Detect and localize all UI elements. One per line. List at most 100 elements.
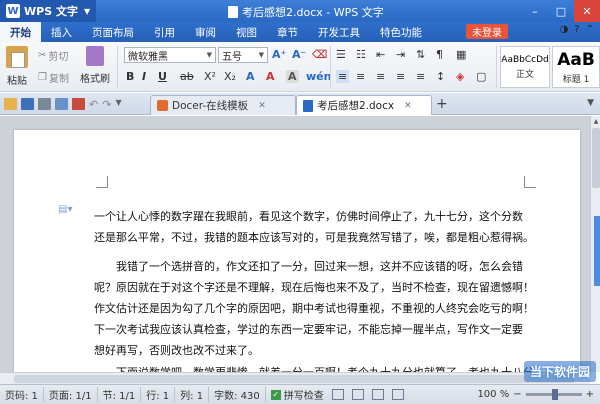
- justify-icon[interactable]: ≡: [396, 70, 405, 83]
- grow-font-icon[interactable]: A⁺: [272, 48, 286, 61]
- copy-button[interactable]: ❐ 复制: [38, 70, 69, 85]
- zoom-slider[interactable]: [525, 389, 582, 400]
- undo-icon[interactable]: ↶: [89, 98, 98, 111]
- close-icon[interactable]: ✕: [258, 101, 266, 111]
- tab-document[interactable]: 考后感想2.docx ✕: [296, 95, 432, 115]
- tab-review[interactable]: 审阅: [185, 22, 226, 42]
- close-button[interactable]: ✕: [574, 0, 600, 22]
- spellcheck-toggle[interactable]: ✓ 拼写检查: [266, 387, 329, 402]
- maximize-button[interactable]: □: [548, 0, 574, 22]
- font-name-select[interactable]: 微软雅黑 ▼: [124, 47, 216, 63]
- subscript-icon[interactable]: X₂: [224, 70, 236, 83]
- status-section[interactable]: 节: 1/1: [98, 387, 142, 402]
- tab-chapter[interactable]: 章节: [267, 22, 308, 42]
- print-preview-icon[interactable]: [55, 97, 68, 110]
- underline-button[interactable]: U: [158, 70, 167, 83]
- paragraph-1[interactable]: 一个让人心悸的数字躍在我眼前，看见这个数字，仿佛时间停止了，九十七分，这个分数 …: [94, 206, 534, 248]
- chevron-down-icon: ▼: [83, 6, 91, 16]
- wps-logo-icon: W: [6, 4, 20, 18]
- redo-icon[interactable]: ↷: [102, 98, 111, 111]
- collapse-ribbon-icon[interactable]: ⌃: [586, 24, 594, 35]
- paste-button[interactable]: 粘贴: [6, 46, 28, 87]
- web-view-icon[interactable]: [352, 389, 364, 400]
- print-icon[interactable]: [38, 97, 51, 110]
- status-page[interactable]: 页面: 1/1: [44, 387, 98, 402]
- style-normal[interactable]: AaBbCcDd 正文: [500, 46, 550, 88]
- outline-view-icon[interactable]: [372, 389, 384, 400]
- chevron-down-icon[interactable]: ▼: [115, 98, 121, 110]
- align-right-icon[interactable]: ≡: [376, 70, 385, 83]
- tab-page-layout[interactable]: 页面布局: [82, 22, 144, 42]
- login-button[interactable]: 未登录: [466, 24, 508, 39]
- text-effect-icon[interactable]: A: [246, 70, 255, 83]
- phonetic-icon[interactable]: wén: [306, 70, 331, 83]
- align-left-icon[interactable]: ≡: [336, 70, 350, 83]
- title-bar: W WPS 文字 ▼ 考后感想2.docx - WPS 文字 – □ ✕: [0, 0, 600, 22]
- document-area[interactable]: ▤▾ 一个让人心悸的数字躍在我眼前，看见这个数字，仿佛时间停止了，九十七分，这个…: [0, 116, 590, 372]
- status-page-num[interactable]: 页码: 1: [0, 387, 44, 402]
- scroll-up-icon[interactable]: ▲: [591, 116, 600, 126]
- skin-icon[interactable]: ◑: [560, 24, 569, 35]
- side-panel-toggle[interactable]: [594, 216, 600, 286]
- scroll-thumb[interactable]: [592, 128, 600, 188]
- scroll-thumb[interactable]: [14, 375, 574, 383]
- quick-access-toolbar: ↶ ↷ ▼: [0, 93, 122, 115]
- style-heading-1[interactable]: AaB 标题 1: [552, 46, 600, 88]
- zoom-in-button[interactable]: +: [586, 389, 594, 400]
- show-marks-icon[interactable]: ¶: [436, 48, 443, 61]
- ribbon-divider: [117, 46, 118, 88]
- tab-features[interactable]: 特色功能: [370, 22, 432, 42]
- paragraph-3[interactable]: 下面说数学吧，数学更悲惨，就差一分一百啊！考个九十九分也就算了，考也九十八分: [94, 362, 534, 372]
- paragraph-2[interactable]: 我错了一个选拼音的，作文还扣了一分，回过来一想，这并不应该错的呀，怎么会错 呢？…: [94, 256, 534, 361]
- export-icon[interactable]: [72, 97, 85, 110]
- distribute-icon[interactable]: ≡: [416, 70, 425, 83]
- line-spacing-icon[interactable]: ↕: [436, 70, 445, 83]
- tab-docer-templates[interactable]: Docer-在线模板 ✕: [150, 95, 296, 115]
- bold-button[interactable]: B: [126, 70, 134, 83]
- cut-button[interactable]: ✂ 剪切: [38, 48, 68, 63]
- sort-icon[interactable]: ⇅: [416, 48, 425, 61]
- zoom-slider-handle[interactable]: [551, 389, 558, 400]
- bullet-list-icon[interactable]: ☰: [336, 48, 346, 61]
- font-color-icon[interactable]: A: [266, 70, 275, 83]
- tab-home[interactable]: 开始: [0, 22, 41, 42]
- zoom-value[interactable]: 100 %: [477, 389, 509, 400]
- increase-indent-icon[interactable]: ⇥: [396, 48, 405, 61]
- strikethrough-icon[interactable]: ab: [180, 70, 194, 83]
- italic-button[interactable]: I: [142, 70, 146, 83]
- table-icon[interactable]: ▦: [456, 48, 466, 61]
- save-icon[interactable]: [21, 97, 34, 110]
- decrease-indent-icon[interactable]: ⇤: [376, 48, 385, 61]
- status-col[interactable]: 列: 1: [175, 387, 210, 402]
- char-shading-icon[interactable]: A: [286, 70, 299, 83]
- font-size-select[interactable]: 五号 ▼: [218, 47, 268, 63]
- tab-references[interactable]: 引用: [144, 22, 185, 42]
- reading-view-icon[interactable]: [392, 389, 404, 400]
- tab-view[interactable]: 视图: [226, 22, 267, 42]
- status-row[interactable]: 行: 1: [141, 387, 176, 402]
- paragraph-handle-icon[interactable]: ▤▾: [58, 204, 72, 215]
- tab-developer[interactable]: 开发工具: [308, 22, 370, 42]
- docer-icon: [157, 100, 168, 111]
- tab-list-icon[interactable]: ▼: [587, 98, 594, 108]
- close-icon[interactable]: ✕: [404, 101, 412, 111]
- shrink-font-icon[interactable]: A⁻: [292, 48, 306, 61]
- tab-insert[interactable]: 插入: [41, 22, 82, 42]
- help-icon[interactable]: ?: [574, 24, 579, 35]
- horizontal-scrollbar[interactable]: [0, 372, 590, 384]
- shading-icon[interactable]: ◈: [456, 70, 464, 83]
- open-icon[interactable]: [4, 97, 17, 110]
- superscript-icon[interactable]: X²: [204, 70, 216, 83]
- page-view-icon[interactable]: [332, 389, 344, 400]
- minimize-button[interactable]: –: [522, 0, 548, 22]
- border-icon[interactable]: ▢: [476, 70, 486, 83]
- status-wordcount[interactable]: 字数: 430: [209, 387, 266, 402]
- align-center-icon[interactable]: ≡: [356, 70, 365, 83]
- clear-format-icon[interactable]: ⌫: [312, 48, 328, 61]
- zoom-out-button[interactable]: −: [513, 389, 521, 400]
- app-menu-button[interactable]: W WPS 文字 ▼: [0, 0, 97, 22]
- document-page[interactable]: ▤▾ 一个让人心悸的数字躍在我眼前，看见这个数字，仿佛时间停止了，九十七分，这个…: [14, 130, 580, 372]
- format-painter-button[interactable]: 格式刷: [80, 46, 110, 85]
- numbered-list-icon[interactable]: ☷: [356, 48, 366, 61]
- new-tab-button[interactable]: +: [436, 96, 448, 112]
